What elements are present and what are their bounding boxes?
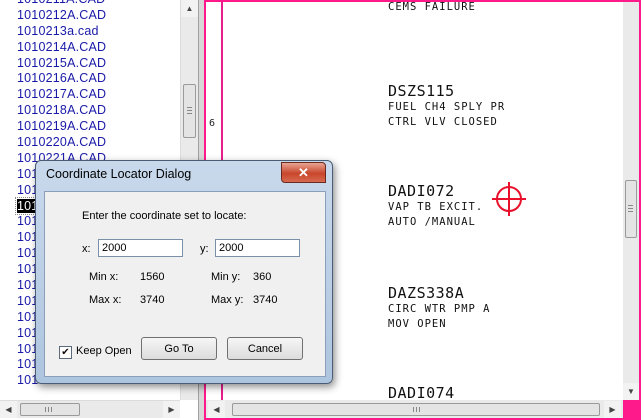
file-name: 1010219A.CAD <box>17 119 107 134</box>
tag-description: FUEL CH4 SPLY PR <box>388 101 506 113</box>
dialog-body: Enter the coordinate set to locate: x: y… <box>44 191 326 377</box>
y-coordinate-input[interactable] <box>215 239 300 257</box>
file-name: 1010213a.cad <box>17 23 99 38</box>
file-list-item[interactable]: 1010213a.cad <box>0 24 180 40</box>
file-list-item[interactable]: 1010214A.CAD <box>0 40 180 56</box>
keep-open-checkbox[interactable]: ✔ <box>59 346 72 359</box>
drawing-tag: DADI074 <box>388 384 455 400</box>
file-list-item[interactable]: 1010211A.CAD <box>0 0 180 8</box>
tag-description: CEMS FAILURE <box>388 2 476 13</box>
scroll-down-icon[interactable]: ▼ <box>623 383 639 400</box>
file-name: 1010211A.CAD <box>17 0 105 6</box>
x-coordinate-input[interactable] <box>98 239 183 257</box>
file-name: 1010218A.CAD <box>17 103 107 118</box>
drawing-horizontal-scrollbar[interactable]: ◀ ▶ <box>206 400 623 418</box>
coordinate-locator-dialog: Coordinate Locator Dialog ✕ Enter the co… <box>35 160 333 384</box>
drawing-tag: DADI072 VAP TB EXCIT. AUTO /MANUAL <box>388 182 483 230</box>
file-list-item[interactable]: 1010215A.CAD <box>0 56 180 72</box>
dialog-prompt: Enter the coordinate set to locate: <box>82 210 247 222</box>
keep-open-label[interactable]: Keep Open <box>76 345 132 357</box>
drawing-tag: CEMS FAILURE <box>388 2 476 15</box>
dialog-title: Coordinate Locator Dialog <box>46 167 192 181</box>
tag-description: VAP TB EXCIT. <box>388 201 484 213</box>
tag-description: CIRC WTR PMP A <box>388 303 491 315</box>
file-name: 1010216A.CAD <box>17 71 107 86</box>
tag-description: MOV OPEN <box>388 318 447 330</box>
scroll-left-icon[interactable]: ◀ <box>0 401 17 418</box>
file-list-item[interactable]: 1010219A.CAD <box>0 119 180 135</box>
drawing-tag: DSZS115 FUEL CH4 SPLY PR CTRL VLV CLOSED <box>388 82 505 130</box>
min-x-value: 1560 <box>140 271 165 283</box>
horizontal-scroll-thumb[interactable] <box>232 403 600 416</box>
vertical-scroll-thumb[interactable] <box>625 180 637 238</box>
min-x-label: Min x: <box>89 271 119 283</box>
max-x-value: 3740 <box>140 294 165 306</box>
file-name: 1010217A.CAD <box>17 87 107 102</box>
file-list-item[interactable]: 1010212A.CAD <box>0 8 180 24</box>
max-y-value: 3740 <box>253 294 278 306</box>
max-x-label: Max x: <box>89 294 122 306</box>
min-y-value: 360 <box>253 271 272 283</box>
max-y-label: Max y: <box>211 294 244 306</box>
close-icon[interactable]: ✕ <box>281 162 326 183</box>
file-name: 1010214A.CAD <box>17 39 107 54</box>
file-list-horizontal-scrollbar[interactable]: ◀ ▶ <box>0 400 180 418</box>
horizontal-scroll-thumb[interactable] <box>20 403 80 416</box>
tag-name: DAZS338A <box>388 284 465 302</box>
file-list-item[interactable]: 1010220A.CAD <box>0 135 180 151</box>
crosshair-locator-icon <box>492 182 526 216</box>
vertical-scroll-thumb[interactable] <box>183 84 196 138</box>
file-name: 1010212A.CAD <box>17 7 107 22</box>
x-label: x: <box>82 243 91 255</box>
tag-description: CTRL VLV CLOSED <box>388 116 498 128</box>
drawing-tag: DAZS338A CIRC WTR PMP A MOV OPEN <box>388 284 491 332</box>
tag-name: DSZS115 <box>388 82 455 100</box>
file-name: 1010215A.CAD <box>17 55 107 70</box>
file-list-item[interactable]: 1010218A.CAD <box>0 103 180 119</box>
tag-name: DADI074 <box>388 384 455 400</box>
cancel-button[interactable]: Cancel <box>227 337 303 360</box>
scroll-left-icon[interactable]: ◀ <box>208 401 225 418</box>
tag-name: DADI072 <box>388 182 455 200</box>
file-list-item[interactable]: 1010216A.CAD <box>0 71 180 87</box>
scroll-right-icon[interactable]: ▶ <box>163 401 180 418</box>
y-label: y: <box>200 243 209 255</box>
scroll-right-icon[interactable]: ▶ <box>604 401 621 418</box>
file-name: 1010220A.CAD <box>17 135 107 150</box>
goto-button[interactable]: Go To <box>141 337 217 360</box>
drawing-vertical-scrollbar[interactable]: ▼ <box>623 2 639 400</box>
file-list-item[interactable]: 1010217A.CAD <box>0 87 180 103</box>
row-marker: 6 <box>209 118 216 129</box>
tag-description: AUTO /MANUAL <box>388 216 476 228</box>
scroll-up-icon[interactable]: ▲ <box>181 0 198 17</box>
min-y-label: Min y: <box>211 271 241 283</box>
